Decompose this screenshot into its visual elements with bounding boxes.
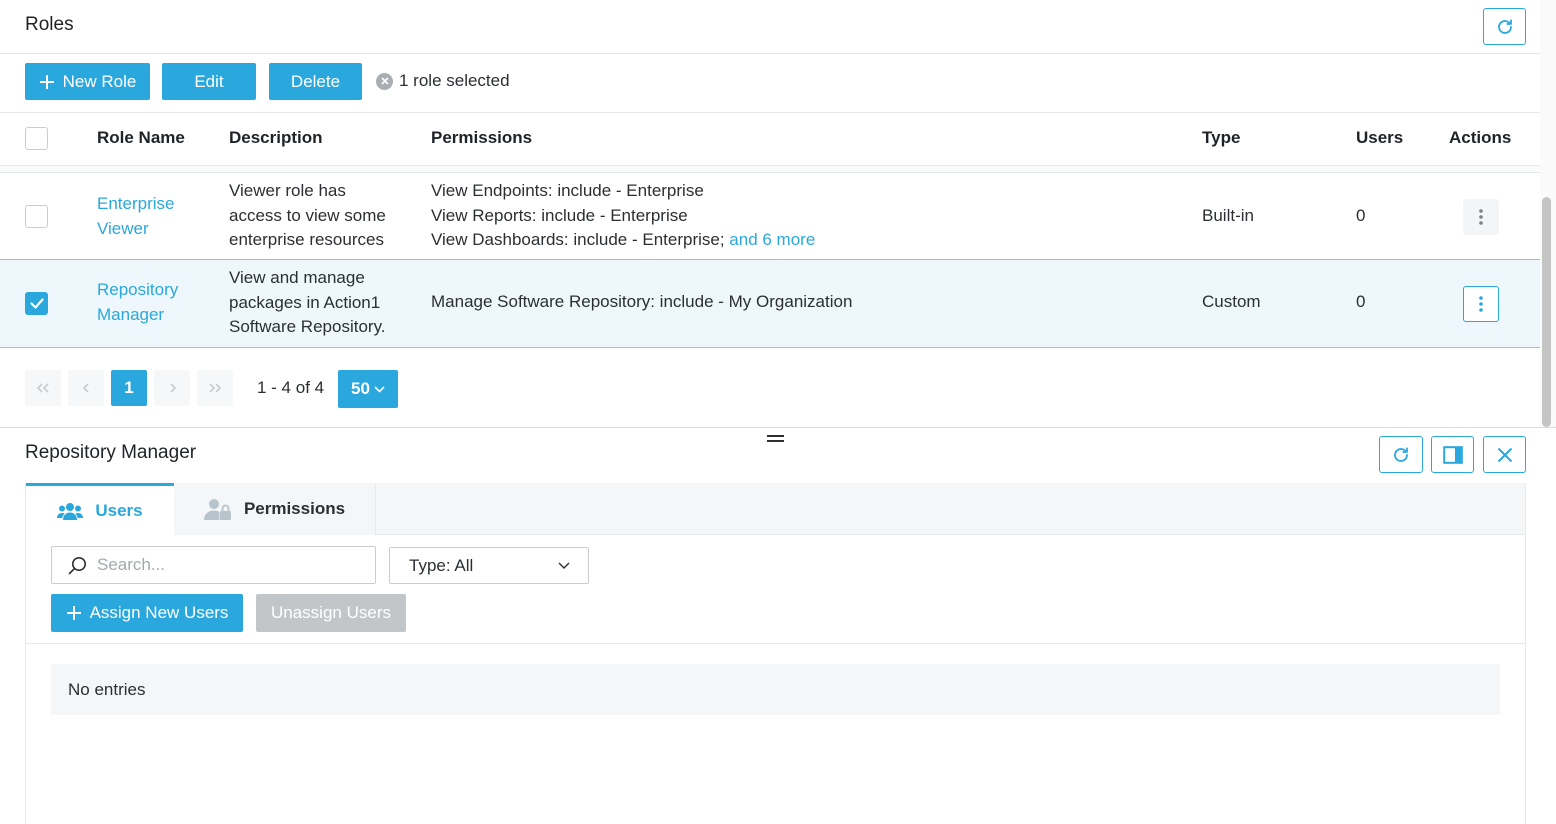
next-page-button[interactable]: [154, 370, 190, 406]
split-view-icon: [1442, 445, 1463, 464]
column-header-users[interactable]: Users: [1356, 128, 1403, 148]
empty-state: No entries: [51, 664, 1500, 715]
search-placeholder: Search...: [97, 555, 166, 574]
type-filter-select[interactable]: Type: All: [389, 547, 589, 584]
chevron-left-icon: [82, 383, 89, 393]
divider: [0, 53, 1540, 54]
role-type: Built-in: [1202, 206, 1254, 225]
divider: [0, 112, 1540, 113]
pagination-range: 1 - 4 of 4: [257, 378, 325, 397]
page-title: Roles: [25, 14, 74, 35]
row-checkbox[interactable]: [25, 205, 48, 228]
role-description: Viewer role has access to view some ente…: [229, 181, 386, 249]
new-role-label: New Role: [62, 71, 137, 91]
panel-layout-button[interactable]: [1431, 436, 1474, 473]
select-all-checkbox[interactable]: [25, 127, 48, 150]
role-users-count: 0: [1356, 292, 1366, 311]
delete-button[interactable]: Delete: [269, 63, 362, 100]
prev-page-button[interactable]: [68, 370, 104, 406]
tab-users[interactable]: Users: [26, 483, 174, 535]
scrollbar-thumb[interactable]: [1542, 197, 1551, 427]
role-description: View and manage packages in Action1 Soft…: [229, 268, 386, 336]
column-header-role-name[interactable]: Role Name: [97, 128, 185, 148]
unassign-users-button[interactable]: Unassign Users: [256, 594, 406, 632]
clear-selection-icon[interactable]: [376, 72, 393, 90]
page-size-select[interactable]: 50: [338, 370, 398, 408]
more-vertical-icon: [1479, 209, 1483, 225]
column-header-actions: Actions: [1449, 128, 1512, 147]
more-vertical-icon: [1479, 296, 1483, 312]
column-header-permissions[interactable]: Permissions: [431, 128, 532, 148]
double-chevron-right-icon: [209, 383, 221, 393]
close-icon: [1497, 447, 1512, 462]
panel-title: Repository Manager: [25, 442, 197, 463]
page-number-button[interactable]: 1: [111, 370, 147, 406]
refresh-icon: [1497, 18, 1512, 34]
more-permissions-link[interactable]: and 6 more: [729, 230, 815, 249]
row-actions-button[interactable]: [1463, 199, 1499, 235]
divider: [26, 643, 1525, 644]
role-name-link[interactable]: Enterprise Viewer: [97, 192, 174, 241]
delete-label: Delete: [290, 71, 341, 91]
search-icon: [68, 556, 86, 574]
chevron-right-icon: [169, 383, 176, 393]
refresh-button[interactable]: [1483, 8, 1526, 45]
new-role-button[interactable]: New Role: [25, 63, 150, 100]
role-permissions: View Endpoints: include - Enterprise Vie…: [431, 181, 816, 249]
table-row[interactable]: Enterprise Viewer Viewer role has access…: [0, 173, 1540, 259]
selection-text: 1 role selected: [399, 71, 510, 90]
tab-permissions-label: Permissions: [243, 499, 346, 518]
drag-handle-icon[interactable]: [767, 435, 784, 443]
edit-button[interactable]: Edit: [162, 63, 256, 100]
role-permissions: Manage Software Repository: include - My…: [431, 292, 853, 311]
refresh-icon: [1394, 446, 1408, 462]
plus-icon: [66, 606, 81, 620]
first-page-button[interactable]: [25, 370, 61, 406]
users-icon: [57, 502, 84, 520]
selection-info: 1 role selected: [376, 71, 510, 91]
chevron-down-icon: [558, 562, 570, 569]
assign-new-users-label: Assign New Users: [89, 603, 229, 622]
role-users-count: 0: [1356, 206, 1366, 225]
double-chevron-left-icon: [37, 383, 49, 393]
checkmark-icon: [29, 298, 44, 309]
type-filter-value: Type: All: [409, 555, 474, 575]
last-page-button[interactable]: [197, 370, 233, 406]
chevron-down-icon: [374, 385, 385, 393]
panel-close-button[interactable]: [1483, 436, 1526, 473]
table-row-selected[interactable]: Repository Manager View and manage packa…: [0, 259, 1540, 348]
column-header-type[interactable]: Type: [1202, 128, 1240, 148]
plus-icon: [39, 74, 54, 89]
panel-refresh-button[interactable]: [1379, 436, 1423, 473]
edit-label: Edit: [194, 71, 224, 91]
assign-new-users-button[interactable]: Assign New Users: [51, 594, 243, 632]
tab-users-label: Users: [95, 500, 143, 520]
tab-permissions[interactable]: Permissions: [174, 483, 376, 535]
row-checkbox-checked[interactable]: [25, 292, 48, 315]
row-actions-button[interactable]: [1463, 286, 1499, 322]
page-size-value: 50: [351, 379, 370, 398]
panel-splitter[interactable]: [0, 427, 1556, 428]
search-input[interactable]: Search...: [51, 546, 376, 584]
unassign-users-label: Unassign Users: [271, 603, 391, 622]
empty-state-text: No entries: [68, 679, 146, 699]
column-header-description[interactable]: Description: [229, 128, 323, 148]
role-type: Custom: [1202, 292, 1261, 311]
user-lock-icon: [203, 499, 231, 520]
role-name-link[interactable]: Repository Manager: [97, 278, 178, 327]
